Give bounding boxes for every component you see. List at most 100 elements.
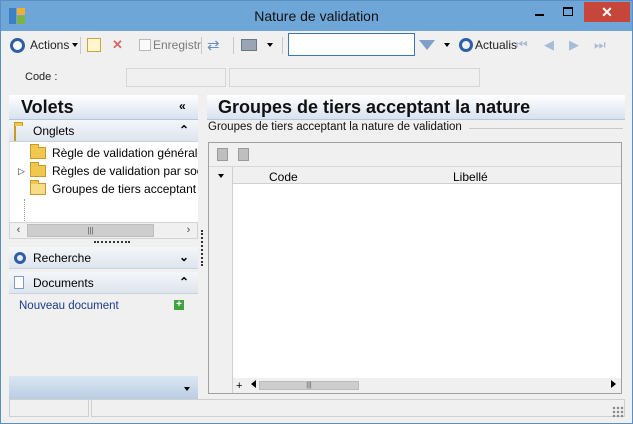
filter-button[interactable] — [419, 36, 435, 54]
scroll-right-icon[interactable] — [611, 380, 616, 388]
chevron-down-icon — [444, 43, 450, 47]
resize-grip-icon[interactable] — [612, 406, 624, 418]
code-field[interactable] — [126, 68, 226, 87]
new-button[interactable] — [87, 36, 101, 54]
scroll-left-icon[interactable]: ‹ — [10, 223, 27, 238]
chevron-down-icon — [72, 43, 79, 47]
tree-item-label: Règles de validation par soc — [52, 164, 198, 178]
filter-icon — [419, 40, 435, 50]
row-selector-column — [209, 167, 233, 393]
folder-icon — [30, 144, 46, 159]
toolbar-separator — [233, 37, 234, 54]
onglets-label: Onglets — [33, 124, 75, 138]
last-record-button[interactable]: ⏭ — [594, 36, 606, 54]
volets-footer — [9, 376, 198, 400]
recherche-label: Recherche — [33, 251, 92, 265]
maximize-button[interactable] — [554, 2, 582, 22]
toolbar-separator — [201, 37, 202, 54]
save-button[interactable]: Enregistr — [139, 36, 201, 54]
column-header-libelle[interactable]: Libellé — [453, 170, 488, 184]
search-input[interactable] — [288, 33, 415, 56]
folder-icon — [14, 125, 16, 141]
close-button[interactable]: ✕ — [584, 2, 630, 22]
tree-item[interactable]: ▷ Règles de validation par soc — [18, 162, 198, 180]
tree-item-label: Règle de validation générale — [52, 146, 198, 160]
last-page-icon: ⏭ — [594, 37, 606, 52]
refresh-label: Actualis — [475, 38, 518, 52]
new-document-icon — [87, 38, 101, 52]
main-header: Groupes de tiers acceptant la nature — [207, 95, 625, 120]
sync-button[interactable]: ⇄ — [207, 36, 220, 54]
volets-header: Volets « — [9, 95, 198, 120]
toolbar: Actions ✕ Enregistr ⇄ Actualis ⏮ ◀ ▶ ⏭ — [1, 31, 632, 60]
folder-icon — [30, 162, 46, 177]
actions-label: Actions — [30, 38, 70, 52]
app-window: Nature de validation ✕ Actions ✕ Enregis… — [0, 0, 633, 424]
onglets-tree: Règle de validation générale ▷ Règles de… — [9, 142, 198, 222]
sync-icon: ⇄ — [207, 37, 220, 54]
first-page-icon: ⏮ — [516, 37, 528, 52]
volets-title: Volets — [21, 97, 74, 117]
chevron-down-icon[interactable] — [184, 387, 190, 391]
column-chooser-icon[interactable] — [218, 174, 224, 178]
tree-horizontal-scrollbar[interactable]: ‹ ||| › — [9, 222, 198, 239]
grid-scrollbar-thumb[interactable]: ||| — [259, 381, 359, 390]
status-cell — [9, 399, 89, 417]
chevron-down-icon[interactable]: ⌄ — [179, 250, 189, 264]
documents-section-header[interactable]: Documents ⌃ — [9, 272, 198, 294]
data-grid: Code Libellé + ||| — [208, 142, 622, 394]
splitter-grip[interactable] — [94, 241, 130, 244]
add-document-icon[interactable]: + — [174, 300, 184, 310]
tree-item[interactable]: Règle de validation générale — [30, 144, 198, 162]
refresh-button[interactable]: Actualis — [459, 36, 517, 54]
groupbox-label: Groupes de tiers acceptant la nature de … — [208, 121, 466, 133]
edit-row-icon[interactable] — [238, 148, 249, 161]
actions-menu-button[interactable]: Actions — [10, 36, 79, 54]
print-button[interactable] — [241, 36, 273, 54]
search-icon — [14, 252, 26, 264]
add-row-icon[interactable]: + — [236, 380, 242, 392]
tree-item-label: Groupes de tiers acceptant l — [52, 182, 198, 196]
open-folder-icon — [30, 180, 46, 195]
chevron-up-icon[interactable]: ⌃ — [179, 275, 189, 289]
page-title: Groupes de tiers acceptant la nature — [218, 97, 531, 117]
collapse-panel-icon[interactable]: « — [179, 99, 186, 113]
delete-button[interactable]: ✕ — [112, 36, 123, 54]
column-header-code[interactable]: Code — [269, 170, 298, 184]
status-cell — [91, 399, 625, 417]
filter-dropdown[interactable] — [441, 36, 450, 54]
tree-item-selected[interactable]: Groupes de tiers acceptant l — [30, 180, 198, 198]
new-document-link[interactable]: Nouveau document — [19, 300, 119, 312]
chevron-up-icon[interactable]: ⌃ — [179, 123, 189, 137]
document-icon — [14, 276, 24, 289]
scroll-left-icon[interactable] — [251, 380, 256, 388]
grid-toolbar — [209, 143, 621, 167]
recherche-section-header[interactable]: Recherche ⌄ — [9, 247, 198, 269]
chevron-down-icon — [267, 43, 273, 47]
next-record-button[interactable]: ▶ — [569, 36, 579, 54]
minimize-button[interactable] — [526, 2, 552, 22]
next-icon: ▶ — [569, 37, 579, 52]
delete-icon: ✕ — [112, 37, 123, 52]
previous-record-button[interactable]: ◀ — [544, 36, 554, 54]
toolbar-separator — [80, 37, 81, 54]
documents-label: Documents — [33, 276, 94, 290]
first-record-button[interactable]: ⏮ — [516, 36, 528, 54]
new-row-icon[interactable] — [217, 148, 228, 161]
vertical-splitter-grip[interactable] — [201, 230, 203, 266]
code-label: Code : — [25, 71, 58, 83]
volets-panel: Volets « Onglets ⌃ Règle de validation g… — [9, 95, 198, 400]
actions-icon — [10, 37, 25, 53]
tree-guide-line — [24, 199, 25, 222]
title-bar[interactable]: Nature de validation ✕ — [1, 1, 632, 31]
onglets-section-header[interactable]: Onglets ⌃ — [9, 120, 198, 142]
groupbox-line — [469, 128, 623, 129]
maximize-icon — [563, 7, 573, 16]
status-bar — [9, 399, 627, 418]
previous-icon: ◀ — [544, 37, 554, 52]
scrollbar-thumb[interactable]: ||| — [27, 224, 154, 237]
save-icon — [139, 39, 151, 51]
expand-icon[interactable]: ▷ — [18, 166, 25, 177]
libelle-field[interactable] — [229, 68, 480, 87]
scroll-right-icon[interactable]: › — [180, 223, 197, 238]
